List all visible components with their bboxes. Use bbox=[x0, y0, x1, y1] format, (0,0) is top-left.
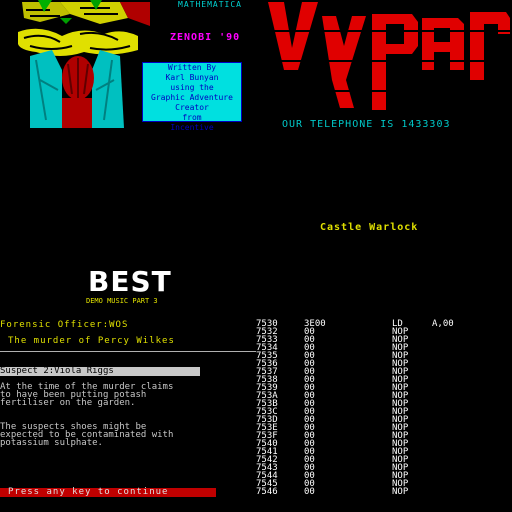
address-cell: 7546 bbox=[256, 487, 278, 497]
best-logo: BEST bbox=[88, 265, 172, 298]
mathematica-label: MATHEMATICA bbox=[164, 0, 256, 9]
credits-line: Graphic Adventure bbox=[151, 93, 233, 102]
telephone-line: OUR TELEPHONE IS 1433303 bbox=[282, 119, 451, 130]
credits-line: Written By bbox=[167, 63, 217, 72]
credits-line: from bbox=[182, 113, 202, 122]
credits-line: Creator bbox=[175, 103, 209, 112]
operand-cell: A,00 bbox=[432, 319, 454, 329]
statement-line: fertiliser on the garden. bbox=[0, 398, 136, 408]
hands-icon bbox=[18, 28, 138, 56]
suspect-header: Suspect 2:Viola Riggs bbox=[0, 367, 200, 376]
castle-title: Castle Warlock bbox=[320, 222, 419, 233]
suspect-statement: At the time of the murder claims to have… bbox=[0, 383, 173, 408]
note-line: potassium sulphate. bbox=[0, 438, 103, 448]
credits-line: Incentive bbox=[170, 123, 214, 132]
best-subtitle: DEMO MUSIC PART 3 bbox=[86, 297, 158, 305]
case-title: The murder of Percy Wilkes bbox=[8, 336, 175, 346]
press-any-key-prompt[interactable]: Press any key to continue bbox=[0, 488, 216, 497]
zenobi-label: ZENOBI '90 bbox=[170, 32, 241, 43]
opcode-cell: NOP bbox=[392, 487, 409, 497]
forensic-officer-line: Forensic Officer:WOS bbox=[0, 320, 129, 330]
logo-icon bbox=[262, 2, 512, 110]
bytes-cell: 00 bbox=[304, 487, 315, 497]
scenery-icon bbox=[18, 0, 152, 30]
divider bbox=[0, 351, 256, 352]
credits-box: Written By Karl Bunyan using the Graphic… bbox=[142, 62, 242, 132]
credits-line: using the bbox=[170, 83, 214, 92]
forensic-note: The suspects shoes might be expected to … bbox=[0, 423, 173, 448]
credits-line: Karl Bunyan bbox=[165, 73, 219, 82]
figure-icon bbox=[30, 50, 124, 128]
